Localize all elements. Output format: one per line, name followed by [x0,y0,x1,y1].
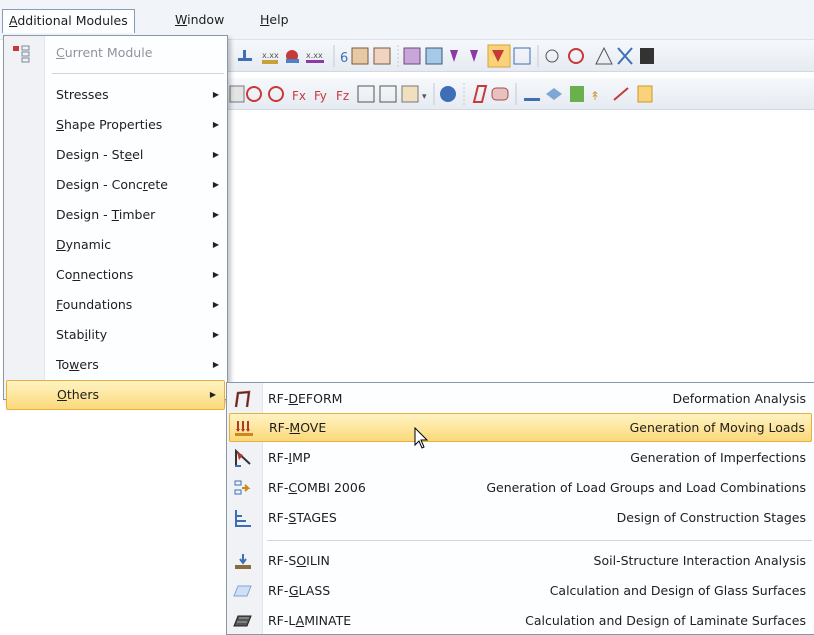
submenu-item-description: Generation of Imperfections [630,450,806,465]
menu-item-current-module[interactable]: Current Module [4,38,227,68]
submenu-arrow-icon: ▶ [212,330,219,339]
menu-item-design-steel[interactable]: Design - Steel ▶ [4,140,227,170]
submenu-item-description: Design of Construction Stages [616,510,806,525]
toolbar-second: Fx Fy Fz ▾ ↟ [226,78,814,110]
svg-text:Fy: Fy [314,89,327,103]
others-submenu: RF-DEFORM Deformation Analysis RF-MOVE G… [226,382,814,635]
submenu-arrow-icon: ▶ [212,300,219,309]
svg-text:Fz: Fz [336,89,349,103]
submenu-arrow-icon: ▶ [212,180,219,189]
svg-text:x.xx: x.xx [262,51,279,60]
submenu-arrow-icon: ▶ [212,240,219,249]
svg-text:6: 6 [340,51,348,66]
menu-item-design-timber[interactable]: Design - Timber ▶ [4,200,227,230]
rf-laminate-icon [233,615,252,627]
submenu-item-rf-glass[interactable]: RF-GLASS Calculation and Design of Glass… [227,576,814,605]
submenu-item-description: Calculation and Design of Laminate Surfa… [525,613,806,628]
rf-soilin-icon [235,554,251,569]
menu-additional-modules[interactable]: Additional Modules [2,9,135,33]
submenu-arrow-icon: ▶ [212,90,219,99]
menu-item-stresses[interactable]: Stresses ▶ [4,80,227,110]
menu-item-design-concrete[interactable]: Design - Concrete ▶ [4,170,227,200]
additional-modules-menu: Current Module Stresses ▶ Shape Properti… [3,35,228,410]
current-module-icon [13,45,30,63]
menu-separator [52,73,224,74]
menu-item-dynamic[interactable]: Dynamic ▶ [4,230,227,260]
rf-imp-icon [235,448,251,467]
submenu-arrow-icon: ▶ [212,210,219,219]
submenu-arrow-icon: ▶ [212,360,219,369]
submenu-item-rf-imp[interactable]: RF-IMP Generation of Imperfections [227,443,814,472]
menu-item-connections[interactable]: Connections ▶ [4,260,227,290]
rf-stages-icon [235,510,251,527]
svg-text:x.xx: x.xx [306,51,323,60]
submenu-item-description: Soil-Structure Interaction Analysis [593,553,806,568]
submenu-item-rf-deform[interactable]: RF-DEFORM Deformation Analysis [227,384,814,413]
submenu-item-rf-stages[interactable]: RF-STAGES Design of Construction Stages [227,503,814,532]
rf-deform-icon [234,390,251,408]
submenu-item-rf-laminate[interactable]: RF-LAMINATE Calculation and Design of La… [227,606,814,635]
menu-item-shape-properties[interactable]: Shape Properties ▶ [4,110,227,140]
mouse-cursor-icon [414,427,429,449]
submenu-item-rf-combi-2006[interactable]: RF-COMBI 2006 Generation of Load Groups … [227,473,814,502]
submenu-item-rf-move[interactable]: RF-MOVE Generation of Moving Loads [229,413,812,442]
toolbar-top-icons[interactable]: x.xx x.xx 6 [226,40,814,72]
rf-combi-icon [234,480,251,495]
submenu-item-description: Generation of Load Groups and Load Combi… [486,480,806,495]
rf-glass-icon [233,585,252,597]
menu-help[interactable]: Help [254,9,295,33]
svg-text:▾: ▾ [422,92,427,102]
submenu-arrow-icon: ▶ [212,120,219,129]
menu-item-towers[interactable]: Towers ▶ [4,350,227,380]
menu-item-others[interactable]: Others ▶ [6,380,225,410]
rf-move-icon [235,421,253,436]
menu-item-stability[interactable]: Stability ▶ [4,320,227,350]
toolbar-second-icons[interactable]: Fx Fy Fz ▾ ↟ [226,78,814,110]
menu-window[interactable]: Window [169,9,230,33]
submenu-item-rf-soilin[interactable]: RF-SOILIN Soil-Structure Interaction Ana… [227,546,814,575]
submenu-arrow-icon: ▶ [209,390,216,399]
submenu-item-description: Generation of Moving Loads [629,420,805,435]
menu-bar: Additional Modules Window Help [0,0,814,40]
submenu-item-description: Deformation Analysis [672,391,806,406]
submenu-arrow-icon: ▶ [212,270,219,279]
menu-item-foundations[interactable]: Foundations ▶ [4,290,227,320]
svg-text:↟: ↟ [590,89,600,103]
toolbar-top: x.xx x.xx 6 [226,40,814,72]
svg-text:Fx: Fx [292,89,306,103]
submenu-arrow-icon: ▶ [212,150,219,159]
submenu-item-description: Calculation and Design of Glass Surfaces [549,583,806,598]
toolbar-icon-group-2[interactable]: Fx Fy Fz ▾ ↟ [229,83,653,105]
submenu-separator [267,540,812,541]
toolbar-icon-group[interactable]: x.xx x.xx 6 [238,44,654,68]
